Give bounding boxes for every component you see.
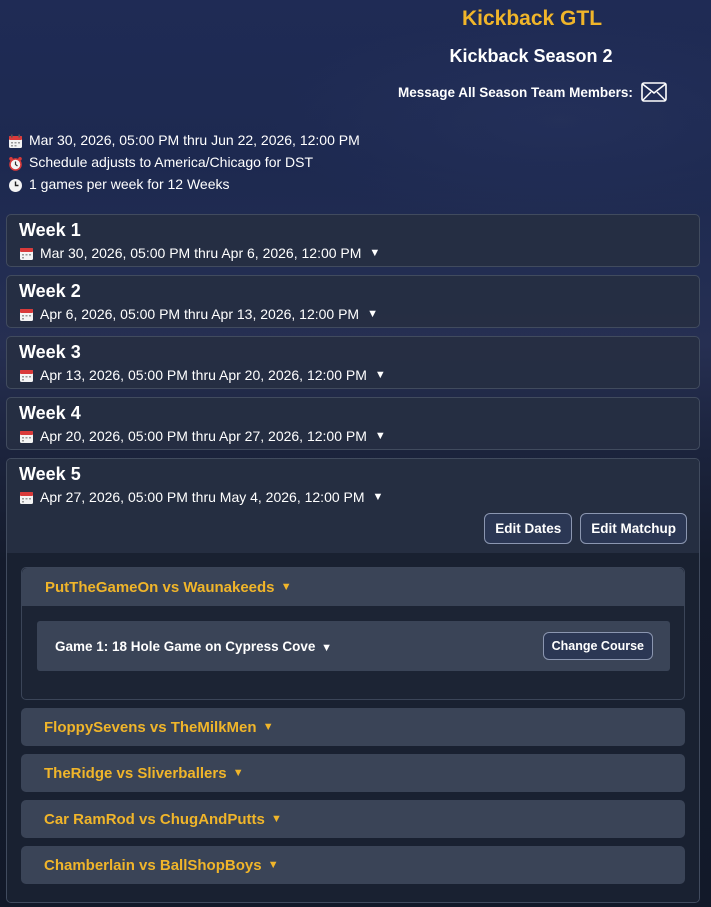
chevron-down-icon: ▼ (367, 308, 378, 320)
matchup-label: Car RamRod vs ChugAndPutts (44, 810, 265, 828)
season-title: Kickback Season 2 (449, 46, 613, 66)
calendar-icon (19, 368, 34, 383)
change-course-button[interactable]: Change Course (542, 632, 653, 660)
mail-icon[interactable] (641, 82, 667, 102)
calendar-icon (8, 133, 23, 148)
matchup-label: FloppySevens vs TheMilkMen (44, 718, 257, 736)
edit-dates-button[interactable]: Edit Dates (484, 513, 573, 544)
matchup-label: Chamberlain vs BallShopBoys (44, 856, 262, 874)
week-dates-toggle[interactable]: Mar 30, 2026, 05:00 PM thru Apr 6, 2026,… (19, 243, 687, 263)
week-dates-toggle[interactable]: Apr 20, 2026, 05:00 PM thru Apr 27, 2026… (19, 426, 687, 446)
matchup-games: Game 1: 18 Hole Game on Cypress Cove ▼ C… (22, 606, 684, 699)
week-header: Week 5 Apr 27, 2026, 05:00 PM thru May 4… (7, 459, 699, 513)
week-card-expanded[interactable]: Week 5 Apr 27, 2026, 05:00 PM thru May 4… (6, 458, 700, 903)
chevron-down-icon: ▼ (271, 813, 282, 825)
week-dates-toggle[interactable]: Apr 27, 2026, 05:00 PM thru May 4, 2026,… (19, 487, 687, 507)
chevron-down-icon: ▼ (267, 859, 279, 871)
week-dates-text: Apr 20, 2026, 05:00 PM thru Apr 27, 2026… (40, 428, 367, 444)
games-frequency: 1 games per week for 12 Weeks (8, 173, 360, 195)
week-title: Week 1 (19, 220, 81, 240)
edit-matchup-button[interactable]: Edit Matchup (580, 513, 687, 544)
chevron-down-icon: ▼ (374, 369, 386, 381)
week-card[interactable]: Week 2 Apr 6, 2026, 05:00 PM thru Apr 13… (6, 275, 700, 328)
week-actions: Edit Dates Edit Matchup (7, 513, 699, 553)
week-dates-text: Apr 13, 2026, 05:00 PM thru Apr 20, 2026… (40, 367, 367, 383)
clock-icon (8, 177, 23, 192)
chevron-down-icon: ▼ (374, 430, 386, 442)
matchup-label: PutTheGameOn vs Waunakeeds (45, 578, 275, 596)
league-title: Kickback GTL (461, 7, 603, 30)
chevron-down-icon: ▼ (321, 641, 333, 654)
calendar-icon (19, 429, 34, 444)
games-frequency-text: 1 games per week for 12 Weeks (29, 176, 230, 192)
chevron-down-icon: ▼ (280, 581, 292, 593)
game-row: Game 1: 18 Hole Game on Cypress Cove ▼ C… (37, 621, 670, 671)
dst-note: Schedule adjusts to America/Chicago for … (8, 151, 360, 173)
chevron-down-icon: ▼ (262, 721, 274, 733)
chevron-down-icon: ▼ (369, 247, 381, 259)
week-title: Week 3 (19, 342, 81, 362)
game-label: Game 1: 18 Hole Game on Cypress Cove (55, 638, 316, 654)
matchup-toggle[interactable]: FloppySevens vs TheMilkMen ▼ (21, 708, 685, 746)
chevron-down-icon: ▼ (232, 767, 244, 779)
week-title: Week 4 (19, 403, 81, 423)
week-card[interactable]: Week 1 Mar 30, 2026, 05:00 PM thru Apr 6… (6, 214, 700, 267)
matchup-toggle[interactable]: Car RamRod vs ChugAndPutts ▼ (21, 800, 685, 838)
week-dates-text: Apr 27, 2026, 05:00 PM thru May 4, 2026,… (40, 489, 365, 505)
season-date-range: Mar 30, 2026, 05:00 PM thru Jun 22, 2026… (8, 129, 360, 151)
week-dates-toggle[interactable]: Apr 13, 2026, 05:00 PM thru Apr 20, 2026… (19, 365, 687, 385)
week-card[interactable]: Week 4 Apr 20, 2026, 05:00 PM thru Apr 2… (6, 397, 700, 450)
matchup-expanded: PutTheGameOn vs Waunakeeds ▼ Game 1: 18 … (21, 567, 685, 700)
matchups-list: PutTheGameOn vs Waunakeeds ▼ Game 1: 18 … (7, 553, 699, 902)
calendar-icon (19, 307, 34, 322)
week-title: Week 5 (19, 464, 81, 484)
message-all-label: Message All Season Team Members: (398, 84, 633, 100)
matchup-toggle[interactable]: Chamberlain vs BallShopBoys ▼ (21, 846, 685, 884)
alarm-clock-icon (8, 155, 23, 171)
weeks-list: Week 1 Mar 30, 2026, 05:00 PM thru Apr 6… (6, 214, 700, 907)
matchup-label: TheRidge vs Sliverballers (44, 764, 227, 782)
calendar-icon (19, 490, 34, 505)
matchup-toggle[interactable]: PutTheGameOn vs Waunakeeds ▼ (22, 568, 684, 606)
chevron-down-icon: ▼ (372, 491, 384, 503)
dst-note-text: Schedule adjusts to America/Chicago for … (29, 154, 314, 170)
matchup-toggle[interactable]: TheRidge vs Sliverballers ▼ (21, 754, 685, 792)
week-dates-text: Mar 30, 2026, 05:00 PM thru Apr 6, 2026,… (40, 245, 362, 261)
calendar-icon (19, 246, 34, 261)
week-dates-text: Apr 6, 2026, 05:00 PM thru Apr 13, 2026,… (40, 306, 360, 322)
season-info: Mar 30, 2026, 05:00 PM thru Jun 22, 2026… (8, 129, 360, 195)
week-dates-toggle[interactable]: Apr 6, 2026, 05:00 PM thru Apr 13, 2026,… (19, 304, 687, 324)
game-toggle[interactable]: Game 1: 18 Hole Game on Cypress Cove ▼ (55, 639, 332, 654)
week-title: Week 2 (19, 281, 81, 301)
message-all-row: Message All Season Team Members: (398, 81, 667, 103)
week-card[interactable]: Week 3 Apr 13, 2026, 05:00 PM thru Apr 2… (6, 336, 700, 389)
season-date-range-text: Mar 30, 2026, 05:00 PM thru Jun 22, 2026… (29, 132, 360, 148)
